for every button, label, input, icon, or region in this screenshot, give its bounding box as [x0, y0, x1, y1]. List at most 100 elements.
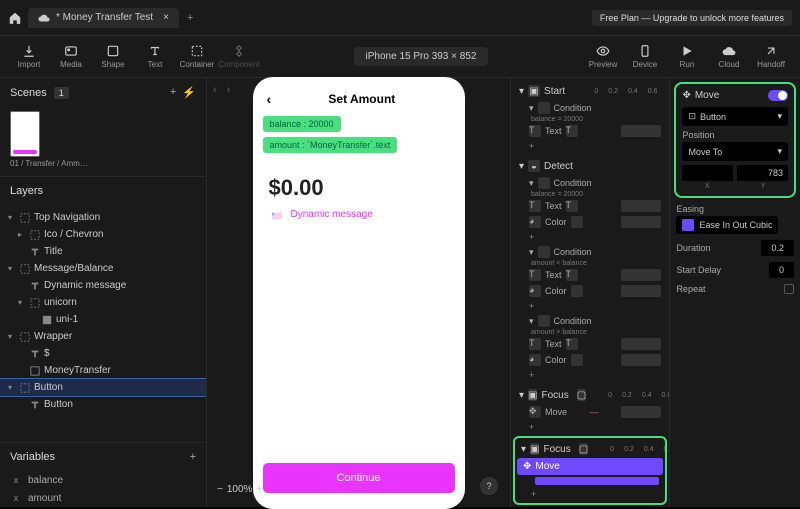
subrow-condition[interactable]: ▾Condition: [515, 100, 665, 116]
add-tab-button[interactable]: +: [187, 12, 193, 24]
add-action-button[interactable]: +: [517, 487, 663, 501]
repeat-checkbox[interactable]: [784, 284, 794, 294]
preview-button[interactable]: Preview: [582, 37, 624, 77]
main-area: Scenes 1 +⚡ 01 / Transfer / Amm… Layers …: [0, 78, 800, 507]
subrow-color[interactable]: ◕Color: [515, 352, 665, 368]
continue-button[interactable]: Continue: [263, 463, 455, 493]
scene-label[interactable]: 01 / Transfer / Amm…: [0, 159, 206, 176]
layer-button-text[interactable]: Button: [0, 396, 206, 413]
canvas-prev-icon[interactable]: ‹: [213, 84, 217, 96]
unicorn-icon: [269, 207, 285, 223]
title-bar: * Money Transfer Test × + Free Plan — Up…: [0, 0, 800, 36]
chip-amount: amount : `MoneyTransfer`.text: [263, 137, 398, 153]
trigger-focus-selected[interactable]: ▾▣Focus▢ 00.20.40.6 ✥Move +: [515, 438, 665, 503]
scenes-header: Scenes 1 +⚡: [0, 78, 206, 107]
move-properties: ✥Move ⊡Button▾ Position Move To▾ 783 XY: [676, 84, 794, 196]
close-icon[interactable]: ×: [163, 12, 169, 23]
layer-button[interactable]: ▾Button: [0, 379, 206, 396]
startdelay-label: Start Delay: [676, 265, 721, 275]
add-action-button[interactable]: +: [515, 230, 665, 244]
run-button[interactable]: Run: [666, 37, 708, 77]
component-button[interactable]: Component: [218, 37, 260, 77]
subrow-text[interactable]: TTextT: [515, 267, 665, 283]
subrow-color[interactable]: ◕Color: [515, 283, 665, 299]
main-toolbar: Import Media Shape Text Container Compon…: [0, 36, 800, 78]
add-scene-button[interactable]: +: [170, 86, 176, 99]
layer-top-navigation[interactable]: ▾Top Navigation: [0, 209, 206, 226]
repeat-label: Repeat: [676, 284, 705, 294]
subrow-condition[interactable]: ▾Condition: [515, 244, 665, 260]
add-action-button[interactable]: +: [515, 299, 665, 313]
media-button[interactable]: Media: [50, 37, 92, 77]
variable-balance[interactable]: xbalance: [0, 471, 206, 489]
canvas-next-icon[interactable]: ›: [227, 84, 231, 96]
subrow-color[interactable]: ◕Color: [515, 214, 665, 230]
target-selector[interactable]: ⊡Button▾: [682, 107, 788, 126]
handoff-button[interactable]: Handoff: [750, 37, 792, 77]
device-button[interactable]: Device: [624, 37, 666, 77]
layer-dynamic-message[interactable]: Dynamic message: [0, 277, 206, 294]
variable-amount[interactable]: xamount: [0, 489, 206, 507]
left-panel: Scenes 1 +⚡ 01 / Transfer / Amm… Layers …: [0, 78, 207, 507]
subrow-text[interactable]: TTextT: [515, 336, 665, 352]
duration-input[interactable]: 0.2: [761, 240, 794, 256]
layer-uni-1[interactable]: uni-1: [0, 311, 206, 328]
upgrade-banner[interactable]: Free Plan — Upgrade to unlock more featu…: [592, 10, 792, 26]
layer-title[interactable]: Title: [0, 243, 206, 260]
add-variable-button[interactable]: +: [190, 451, 196, 463]
layer-ico-chevron[interactable]: ▸Ico / Chevron: [0, 226, 206, 243]
shape-button[interactable]: Shape: [92, 37, 134, 77]
action-move-selected[interactable]: ✥Move: [517, 458, 663, 475]
document-tab[interactable]: * Money Transfer Test ×: [28, 8, 179, 28]
variables-header: Variables+: [0, 443, 206, 471]
trigger-start[interactable]: ▾▣Start 00.20.40.6 ▾Condition balance = …: [515, 82, 665, 153]
zoom-control[interactable]: −100%+: [217, 484, 262, 495]
phone-preview[interactable]: ‹ Set Amount balance : 20000 amount : `M…: [253, 77, 465, 509]
device-selector[interactable]: iPhone 15 Pro 393 × 852: [354, 47, 489, 66]
move-toggle[interactable]: [768, 90, 788, 101]
properties-column: ✥Move ⊡Button▾ Position Move To▾ 783 XY …: [670, 78, 800, 507]
back-chevron-icon[interactable]: ‹: [267, 91, 272, 107]
add-action-button[interactable]: +: [515, 420, 665, 434]
scene-options-icon[interactable]: ⚡: [182, 86, 196, 99]
canvas-nav: ‹ ›: [213, 84, 230, 96]
canvas[interactable]: ‹ › ‹ Set Amount balance : 20000 amount …: [207, 78, 510, 507]
timeline-bar[interactable]: [535, 477, 659, 485]
layers-header: Layers: [0, 177, 206, 205]
text-button[interactable]: Text: [134, 37, 176, 77]
import-button[interactable]: Import: [8, 37, 50, 77]
trigger-focus[interactable]: ▾▣Focus▢ 00.20.40.6 ✥Move— +: [515, 386, 665, 434]
add-action-button[interactable]: +: [515, 139, 665, 153]
container-button[interactable]: Container: [176, 37, 218, 77]
scene-count-badge: 1: [54, 87, 69, 99]
startdelay-input[interactable]: 0: [769, 262, 794, 278]
layer-message-balance[interactable]: ▾Message/Balance: [0, 260, 206, 277]
easing-selector[interactable]: Ease In Out Cubic: [676, 216, 778, 234]
position-label: Position: [682, 130, 788, 140]
subrow-text[interactable]: TTextT: [515, 123, 665, 139]
amount-display: $0.00: [253, 155, 465, 203]
add-action-button[interactable]: +: [515, 368, 665, 382]
help-button[interactable]: ?: [480, 477, 498, 495]
cloud-button[interactable]: Cloud: [708, 37, 750, 77]
layer-moneytransfer[interactable]: MoneyTransfer: [0, 362, 206, 379]
layer-wrapper[interactable]: ▾Wrapper: [0, 328, 206, 345]
variables-section: Variables+ xbalance xamount: [0, 442, 206, 507]
triggers-column: ▾▣Start 00.20.40.6 ▾Condition balance = …: [511, 78, 670, 507]
right-panel: ▾▣Start 00.20.40.6 ▾Condition balance = …: [510, 78, 800, 507]
layer-dollar[interactable]: $: [0, 345, 206, 362]
home-icon[interactable]: [8, 11, 22, 25]
duration-label: Duration: [676, 243, 710, 253]
subrow-condition[interactable]: ▾Condition: [515, 175, 665, 191]
layer-unicorn[interactable]: ▾unicorn: [0, 294, 206, 311]
position-mode-selector[interactable]: Move To▾: [682, 142, 788, 161]
cloud-icon: [38, 12, 50, 24]
position-y-input[interactable]: 783: [737, 165, 788, 181]
position-x-input[interactable]: [682, 165, 733, 181]
subrow-condition[interactable]: ▾Condition: [515, 313, 665, 329]
subrow-move[interactable]: ✥Move—: [515, 404, 665, 420]
trigger-detect[interactable]: ▾◒Detect ▾Condition balance = 20000 TTex…: [515, 157, 665, 382]
subrow-text[interactable]: TTextT: [515, 198, 665, 214]
chip-balance: balance : 20000: [263, 116, 341, 132]
scene-thumbnail[interactable]: [10, 111, 40, 157]
